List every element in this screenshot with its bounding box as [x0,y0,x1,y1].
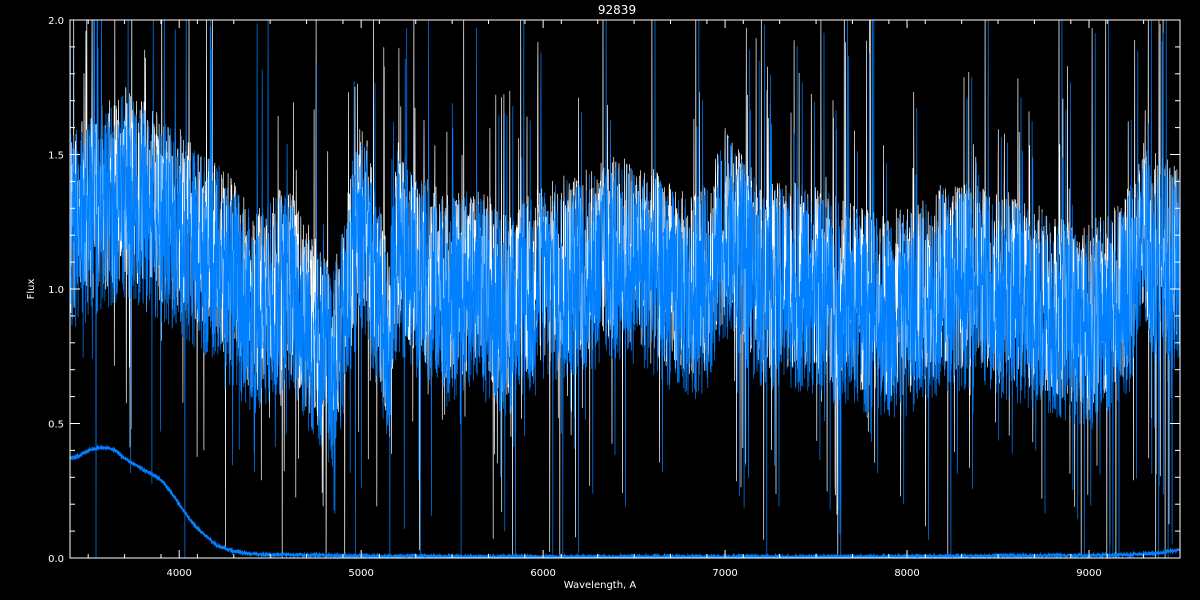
y-tick-label-1: 0.5 [48,420,64,431]
y-tick-label-2: 1.0 [48,285,64,296]
x-axis-label: Wavelength, A [564,580,637,591]
x-tick-label-7000: 7000 [712,568,737,579]
x-tick-label-4000: 4000 [166,568,191,579]
x-tick-label-6000: 6000 [530,568,555,579]
spectrum-chart: 92839 4000 5000 6000 7000 8000 9000 0.0 0.5 1.0… [0,0,1200,600]
x-tick-label-8000: 8000 [894,568,919,579]
x-tick-label-5000: 5000 [348,568,373,579]
y-tick-label-0: 0.0 [48,554,64,565]
y-tick-label-4: 2.0 [48,16,64,27]
x-tick-label-9000: 9000 [1076,568,1101,579]
y-tick-label-3: 1.5 [48,151,64,162]
chart-title: 92839 [598,3,636,17]
y-axis-label: Flux [26,279,37,300]
